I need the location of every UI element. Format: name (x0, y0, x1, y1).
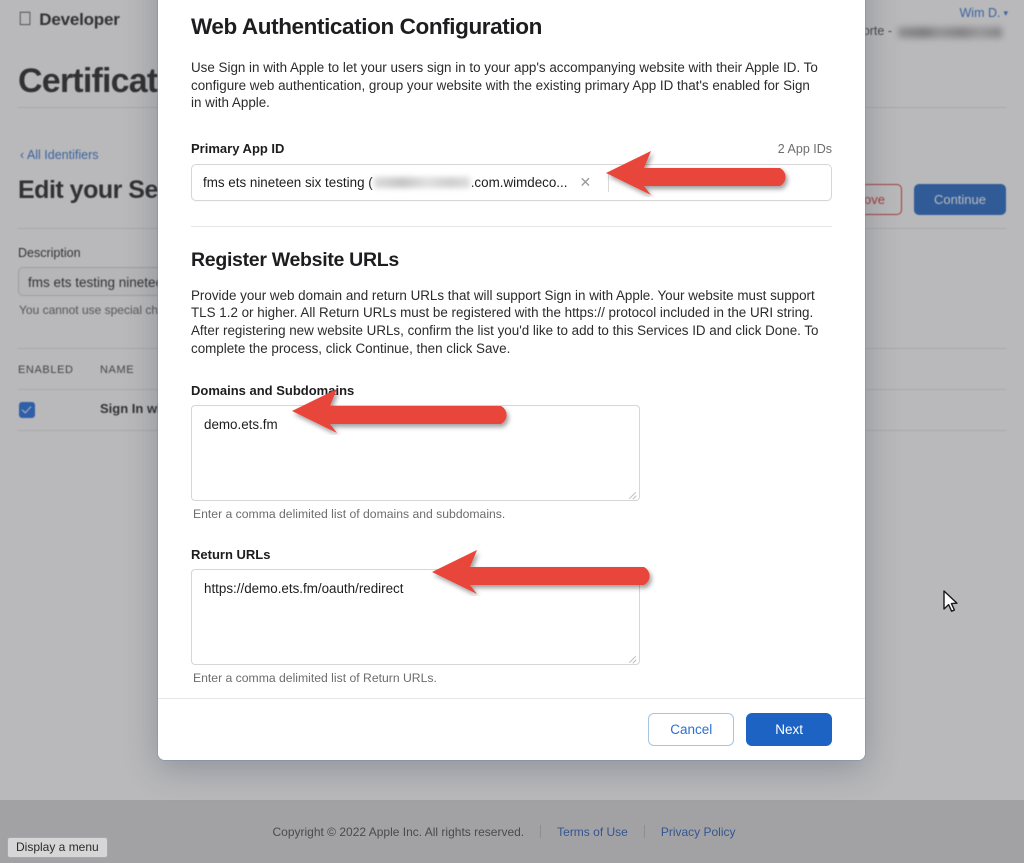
select-divider (608, 172, 610, 192)
terms-of-use-link[interactable]: Terms of Use (541, 825, 644, 839)
modal-intro-text: Use Sign in with Apple to let your users… (191, 60, 818, 111)
primary-app-id-value-prefix: fms ets nineteen six testing ( (203, 174, 373, 190)
domains-value: demo.ets.fm (204, 417, 278, 433)
redacted-bundle-prefix (373, 176, 470, 188)
primary-app-id-value-suffix: .com.wimdeco... (470, 174, 568, 190)
domains-label: Domains and Subdomains (191, 383, 355, 399)
domains-textarea[interactable]: demo.ets.fm (191, 405, 640, 502)
return-urls-textarea[interactable]: https://demo.ets.fm/oauth/redirect (191, 569, 640, 666)
app-id-count: 2 App IDs (777, 141, 832, 156)
resize-handle-icon[interactable] (628, 489, 637, 498)
copyright-text: Copyright © 2022 Apple Inc. All rights r… (272, 824, 525, 839)
page-footer: Copyright © 2022 Apple Inc. All rights r… (0, 800, 1024, 863)
modal-title: Web Authentication Configuration (191, 14, 542, 39)
close-x-icon[interactable]: ✕ (579, 175, 591, 189)
privacy-policy-link[interactable]: Privacy Policy (645, 825, 752, 839)
return-urls-hint: Enter a comma delimited list of Return U… (193, 671, 437, 686)
primary-app-id-value: fms ets nineteen six testing ( .com.wimde… (192, 175, 567, 190)
web-authentication-configuration-modal: Web Authentication Configuration Use Sig… (158, 0, 865, 760)
primary-app-id-label: Primary App ID (191, 140, 285, 156)
next-button[interactable]: Next (746, 713, 832, 746)
resize-handle-icon[interactable] (628, 653, 637, 662)
register-website-urls-body: Provide your web domain and return URLs … (191, 287, 819, 356)
modal-body: Web Authentication Configuration Use Sig… (158, 0, 865, 698)
return-urls-label: Return URLs (191, 547, 271, 563)
modal-footer: Cancel Next (158, 698, 865, 760)
primary-app-id-row: Primary App ID 2 App IDs (191, 141, 832, 156)
cancel-button[interactable]: Cancel (648, 713, 735, 746)
status-tooltip: Display a menu (7, 837, 108, 858)
domains-hint: Enter a comma delimited list of domains … (193, 507, 506, 522)
primary-app-id-select[interactable]: fms ets nineteen six testing ( .com.wimde… (191, 163, 832, 201)
return-urls-value: https://demo.ets.fm/oauth/redirect (204, 581, 404, 597)
divider (191, 225, 832, 227)
register-website-urls-heading: Register Website URLs (191, 248, 399, 271)
